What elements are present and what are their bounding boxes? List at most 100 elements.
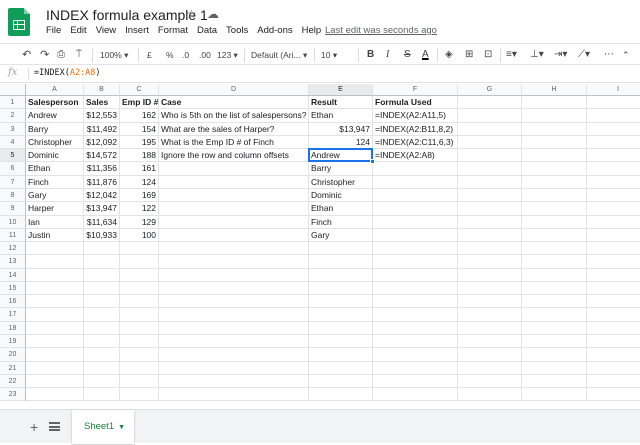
cell-f21[interactable]	[373, 361, 458, 375]
cell-g5[interactable]	[458, 149, 522, 163]
row-header-19[interactable]: 19	[0, 335, 26, 349]
cell-g15[interactable]	[458, 281, 522, 296]
cell-d7[interactable]	[159, 175, 309, 189]
cell-a20[interactable]	[26, 348, 84, 362]
column-header-i[interactable]: I	[587, 84, 640, 96]
cell-f17[interactable]	[373, 308, 458, 322]
cell-f5[interactable]: =INDEX(A2:A8)	[373, 149, 458, 163]
last-edit-link[interactable]: Last edit was seconds ago	[325, 25, 437, 36]
cell-e2[interactable]: Ethan	[309, 109, 373, 123]
cell-a13[interactable]	[26, 255, 84, 269]
row-header-12[interactable]: 12	[0, 242, 26, 256]
cell-h4[interactable]	[522, 135, 587, 150]
cell-d4[interactable]: What is the Emp ID # of Finch	[159, 135, 309, 150]
cell-f3[interactable]: =INDEX(A2:B11,8,2)	[373, 122, 458, 136]
cell-i5[interactable]	[587, 149, 640, 163]
cell-e15[interactable]	[309, 281, 373, 296]
more-tools-icon[interactable]: ⋯	[604, 48, 614, 62]
cell-e13[interactable]	[309, 255, 373, 269]
fill-color-icon[interactable]: ◈	[445, 48, 453, 62]
cell-c16[interactable]	[120, 295, 159, 309]
cell-g10[interactable]	[458, 215, 522, 229]
sheet-tab-menu-icon[interactable]: ▼	[118, 424, 125, 431]
cell-e5[interactable]: Andrew	[309, 149, 373, 163]
cell-c17[interactable]	[120, 308, 159, 322]
cell-g7[interactable]	[458, 175, 522, 189]
row-header-6[interactable]: 6	[0, 162, 26, 176]
cell-a11[interactable]: Justin	[26, 228, 84, 243]
cell-f23[interactable]	[373, 388, 458, 402]
cell-f20[interactable]	[373, 348, 458, 362]
font-size-select[interactable]: 10 ▾	[321, 48, 337, 62]
cell-h17[interactable]	[522, 308, 587, 322]
cell-f22[interactable]	[373, 374, 458, 389]
cell-e6[interactable]: Barry	[309, 162, 373, 176]
cell-a9[interactable]: Harper	[26, 202, 84, 216]
cell-d3[interactable]: What are the sales of Harper?	[159, 122, 309, 136]
cell-h20[interactable]	[522, 348, 587, 362]
cell-g11[interactable]	[458, 228, 522, 243]
cell-f14[interactable]	[373, 268, 458, 282]
row-header-3[interactable]: 3	[0, 122, 26, 136]
cell-a16[interactable]	[26, 295, 84, 309]
cell-c9[interactable]: 122	[120, 202, 159, 216]
cell-e3[interactable]: $13,947	[309, 122, 373, 136]
cell-f9[interactable]	[373, 202, 458, 216]
cell-c13[interactable]	[120, 255, 159, 269]
cell-h1[interactable]	[522, 96, 587, 110]
cell-d14[interactable]	[159, 268, 309, 282]
all-sheets-icon[interactable]	[49, 422, 60, 431]
cell-b6[interactable]: $11,356	[84, 162, 120, 176]
cell-f1[interactable]: Formula Used	[373, 96, 458, 110]
text-wrap-icon[interactable]: ⇥▾	[554, 48, 567, 62]
column-header-c[interactable]: C	[120, 84, 159, 96]
paint-format-icon[interactable]: ⍑	[76, 48, 82, 62]
menu-item-data[interactable]: Data	[197, 25, 217, 39]
cell-b4[interactable]: $12,092	[84, 135, 120, 150]
cell-c6[interactable]: 161	[120, 162, 159, 176]
cell-h2[interactable]	[522, 109, 587, 123]
undo-icon[interactable]: ↶	[22, 48, 31, 62]
cell-i1[interactable]	[587, 96, 640, 110]
cell-c14[interactable]	[120, 268, 159, 282]
cell-h13[interactable]	[522, 255, 587, 269]
cell-h8[interactable]	[522, 188, 587, 203]
cell-a17[interactable]	[26, 308, 84, 322]
menu-item-edit[interactable]: Edit	[70, 25, 86, 39]
cell-b9[interactable]: $13,947	[84, 202, 120, 216]
cell-i15[interactable]	[587, 282, 640, 296]
cell-i13[interactable]	[587, 255, 640, 269]
cell-g2[interactable]	[458, 109, 522, 123]
cell-g3[interactable]	[458, 122, 522, 136]
cell-g22[interactable]	[458, 374, 522, 389]
cell-a21[interactable]	[26, 361, 84, 375]
horizontal-align-icon[interactable]: ≡▾	[506, 48, 517, 62]
cell-e8[interactable]: Dominic	[309, 188, 373, 203]
cell-b2[interactable]: $12,553	[84, 109, 120, 123]
cell-h22[interactable]	[522, 374, 587, 389]
cell-i21[interactable]	[587, 362, 640, 375]
cell-b3[interactable]: $11,492	[84, 122, 120, 136]
cell-i22[interactable]	[587, 375, 640, 389]
cell-e7[interactable]: Christopher	[309, 175, 373, 189]
cell-i6[interactable]	[587, 162, 640, 176]
cell-c23[interactable]	[120, 388, 159, 402]
cell-e18[interactable]	[309, 321, 373, 336]
cell-g18[interactable]	[458, 321, 522, 336]
italic-button[interactable]: I	[386, 48, 389, 62]
cell-c11[interactable]: 100	[120, 228, 159, 243]
strikethrough-button[interactable]: S	[404, 48, 411, 62]
cell-g4[interactable]	[458, 135, 522, 150]
cell-e11[interactable]: Gary	[309, 228, 373, 243]
cell-b8[interactable]: $12,042	[84, 188, 120, 203]
cell-b17[interactable]	[84, 308, 120, 322]
cell-h3[interactable]	[522, 122, 587, 136]
cell-g9[interactable]	[458, 202, 522, 216]
cell-d16[interactable]	[159, 295, 309, 309]
cell-f10[interactable]	[373, 215, 458, 229]
cell-f16[interactable]	[373, 295, 458, 309]
row-header-13[interactable]: 13	[0, 255, 26, 269]
cell-i4[interactable]	[587, 136, 640, 150]
cell-h21[interactable]	[522, 361, 587, 375]
cell-g16[interactable]	[458, 295, 522, 309]
